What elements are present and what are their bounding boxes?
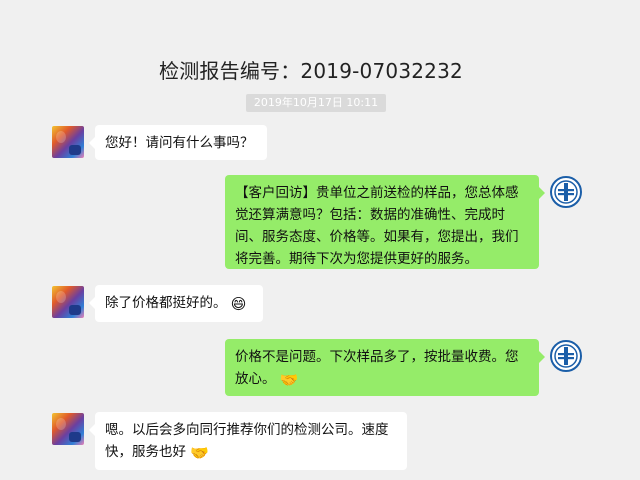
company-logo-icon[interactable] — [550, 176, 582, 208]
avatar-decoration — [56, 291, 66, 303]
avatar-decoration — [56, 418, 66, 430]
timestamp-badge: 2019年10月17日 10:11 — [246, 94, 386, 112]
avatar-incoming[interactable] — [52, 413, 84, 445]
avatar-incoming[interactable] — [52, 126, 84, 158]
message-text: 价格不是问题。下次样品多了，按批量收费。您放心。 — [235, 349, 519, 387]
message-text: 除了价格都挺好的。 — [105, 295, 227, 311]
message-text: 嗯。以后会多向同行推荐你们的检测公司。速度快，服务也好 — [105, 422, 389, 460]
message-text: 您好！请问有什么事吗？ — [105, 135, 254, 151]
avatar-decoration — [69, 305, 81, 315]
message-bubble-incoming[interactable]: 嗯。以后会多向同行推荐你们的检测公司。速度快，服务也好 🤝 — [89, 412, 407, 470]
page-title: 检测报告编号：2019-07032232 — [159, 59, 463, 83]
avatar-decoration — [69, 432, 81, 442]
grinning-face-emoji-icon: 😄 — [230, 295, 247, 313]
message-bubble-incoming[interactable]: 您好！请问有什么事吗？ — [89, 125, 267, 160]
handshake-emoji-icon: 🤝 — [190, 444, 209, 462]
company-logo-icon[interactable] — [550, 340, 582, 372]
handshake-emoji-icon: 🤝 — [279, 371, 299, 389]
message-bubble-outgoing[interactable]: 【客户回访】贵单位之前送检的样品，您总体感觉还算满意吗？包括：数据的准确性、完成… — [225, 175, 545, 269]
avatar-incoming[interactable] — [52, 286, 84, 318]
message-bubble-incoming[interactable]: 除了价格都挺好的。 😄 — [89, 285, 263, 322]
message-bubble-outgoing[interactable]: 价格不是问题。下次样品多了，按批量收费。您放心。 🤝 — [225, 339, 545, 396]
avatar-decoration — [56, 131, 66, 143]
avatar-decoration — [69, 145, 81, 155]
message-text: 【客户回访】贵单位之前送检的样品，您总体感觉还算满意吗？包括：数据的准确性、完成… — [235, 185, 519, 267]
